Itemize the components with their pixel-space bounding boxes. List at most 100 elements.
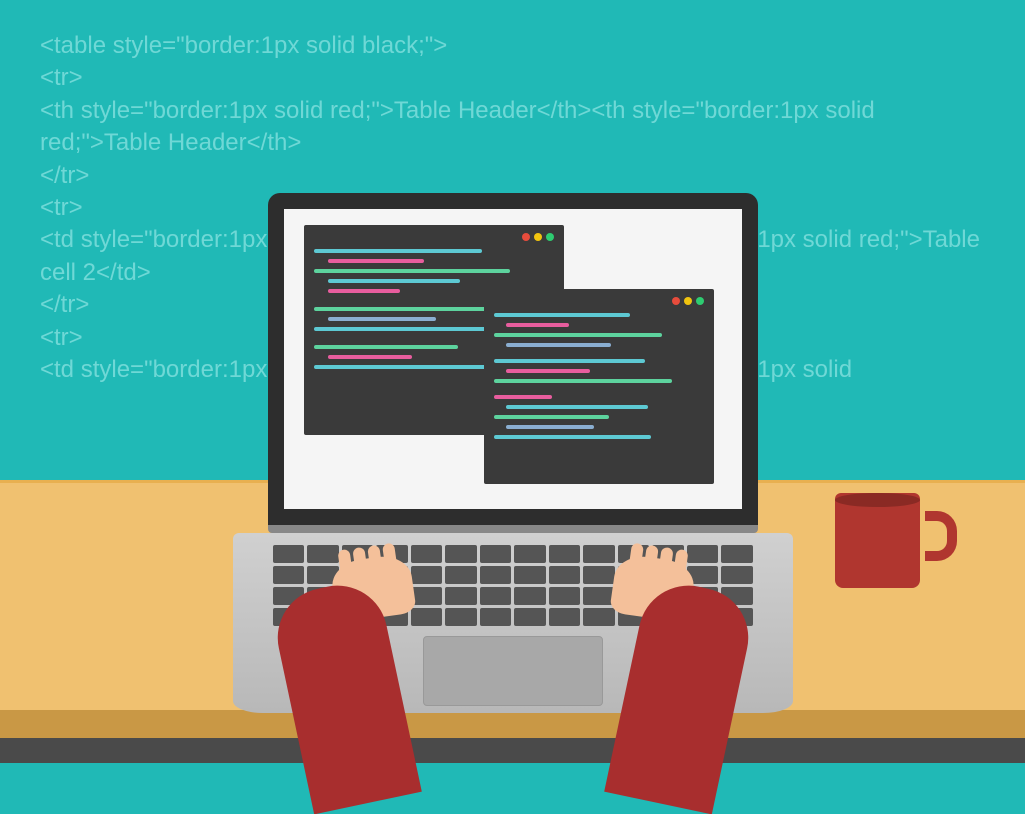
code-stripe bbox=[328, 279, 460, 283]
window-controls bbox=[314, 233, 554, 241]
keyboard-key bbox=[721, 608, 753, 626]
keyboard-key bbox=[514, 608, 546, 626]
keyboard-key bbox=[721, 566, 753, 584]
trackpad bbox=[423, 636, 603, 706]
keyboard-key bbox=[445, 566, 477, 584]
keyboard-key bbox=[480, 545, 512, 563]
laptop-bezel bbox=[268, 193, 758, 525]
laptop-keyboard-deck bbox=[233, 533, 793, 713]
keyboard-key bbox=[376, 608, 408, 626]
code-stripe bbox=[494, 313, 631, 317]
code-stripe bbox=[328, 355, 412, 359]
code-line-2: <tr> bbox=[40, 62, 985, 94]
keyboard-key bbox=[342, 545, 374, 563]
keyboard-key bbox=[273, 587, 305, 605]
keyboard-key bbox=[307, 545, 339, 563]
keyboard-key bbox=[273, 545, 305, 563]
keyboard-key bbox=[480, 608, 512, 626]
keyboard-key bbox=[307, 587, 339, 605]
code-stripe bbox=[494, 435, 652, 439]
keyboard-key bbox=[549, 608, 581, 626]
keyboard-key bbox=[445, 545, 477, 563]
code-stripe bbox=[314, 365, 501, 369]
keyboard-key bbox=[514, 587, 546, 605]
keyboard-key bbox=[411, 608, 443, 626]
code-stripe bbox=[506, 323, 569, 327]
code-stripe bbox=[494, 379, 673, 383]
keyboard bbox=[273, 545, 753, 626]
code-stripe bbox=[506, 343, 611, 347]
keyboard-key bbox=[652, 566, 684, 584]
code-stripe bbox=[494, 333, 662, 337]
keyboard-key bbox=[652, 587, 684, 605]
keyboard-key bbox=[549, 545, 581, 563]
mug-rim bbox=[835, 493, 920, 507]
keyboard-key bbox=[376, 545, 408, 563]
keyboard-key bbox=[687, 545, 719, 563]
keyboard-key bbox=[411, 545, 443, 563]
minimize-icon bbox=[684, 297, 692, 305]
keyboard-key bbox=[618, 587, 650, 605]
keyboard-key bbox=[445, 608, 477, 626]
code-line-4: </tr> bbox=[40, 160, 985, 192]
floor bbox=[0, 738, 1025, 763]
keyboard-key bbox=[342, 566, 374, 584]
keyboard-key bbox=[307, 566, 339, 584]
close-icon bbox=[672, 297, 680, 305]
keyboard-key bbox=[652, 545, 684, 563]
keyboard-key bbox=[549, 587, 581, 605]
keyboard-key bbox=[273, 566, 305, 584]
code-stripe bbox=[506, 405, 649, 409]
keyboard-key bbox=[583, 587, 615, 605]
keyboard-key bbox=[411, 587, 443, 605]
keyboard-key bbox=[480, 587, 512, 605]
keyboard-key bbox=[411, 566, 443, 584]
keyboard-key bbox=[618, 545, 650, 563]
keyboard-key bbox=[687, 587, 719, 605]
code-stripe bbox=[506, 425, 594, 429]
keyboard-key bbox=[307, 608, 339, 626]
code-stripe bbox=[494, 359, 645, 363]
close-icon bbox=[522, 233, 530, 241]
desk-edge bbox=[0, 710, 1025, 738]
code-line-3: <th style="border:1px solid red;">Table … bbox=[40, 95, 985, 160]
code-stripe bbox=[328, 317, 436, 321]
keyboard-key bbox=[687, 566, 719, 584]
keyboard-key bbox=[342, 587, 374, 605]
keyboard-key bbox=[583, 545, 615, 563]
keyboard-key bbox=[618, 608, 650, 626]
code-editor-window-2 bbox=[484, 289, 714, 484]
maximize-icon bbox=[696, 297, 704, 305]
code-line-1: <table style="border:1px solid black;"> bbox=[40, 30, 985, 62]
keyboard-key bbox=[273, 608, 305, 626]
keyboard-key bbox=[514, 566, 546, 584]
mug-handle bbox=[925, 511, 957, 561]
keyboard-key bbox=[687, 608, 719, 626]
code-stripe bbox=[314, 269, 511, 273]
keyboard-key bbox=[480, 566, 512, 584]
maximize-icon bbox=[546, 233, 554, 241]
keyboard-key bbox=[549, 566, 581, 584]
keyboard-key bbox=[376, 587, 408, 605]
keyboard-key bbox=[583, 566, 615, 584]
code-stripe bbox=[314, 345, 458, 349]
keyboard-key bbox=[652, 608, 684, 626]
window-controls bbox=[494, 297, 704, 305]
keyboard-key bbox=[721, 587, 753, 605]
keyboard-key bbox=[721, 545, 753, 563]
keyboard-key bbox=[618, 566, 650, 584]
keyboard-key bbox=[514, 545, 546, 563]
keyboard-key bbox=[342, 608, 374, 626]
code-stripe bbox=[494, 395, 553, 399]
code-stripe bbox=[328, 289, 400, 293]
laptop-hinge bbox=[268, 525, 758, 533]
minimize-icon bbox=[534, 233, 542, 241]
mug-body bbox=[835, 493, 920, 588]
laptop bbox=[233, 193, 793, 713]
code-stripe bbox=[314, 307, 494, 311]
code-stripe bbox=[314, 249, 482, 253]
code-stripe bbox=[494, 415, 610, 419]
keyboard-key bbox=[445, 587, 477, 605]
laptop-display bbox=[284, 209, 742, 509]
keyboard-key bbox=[376, 566, 408, 584]
